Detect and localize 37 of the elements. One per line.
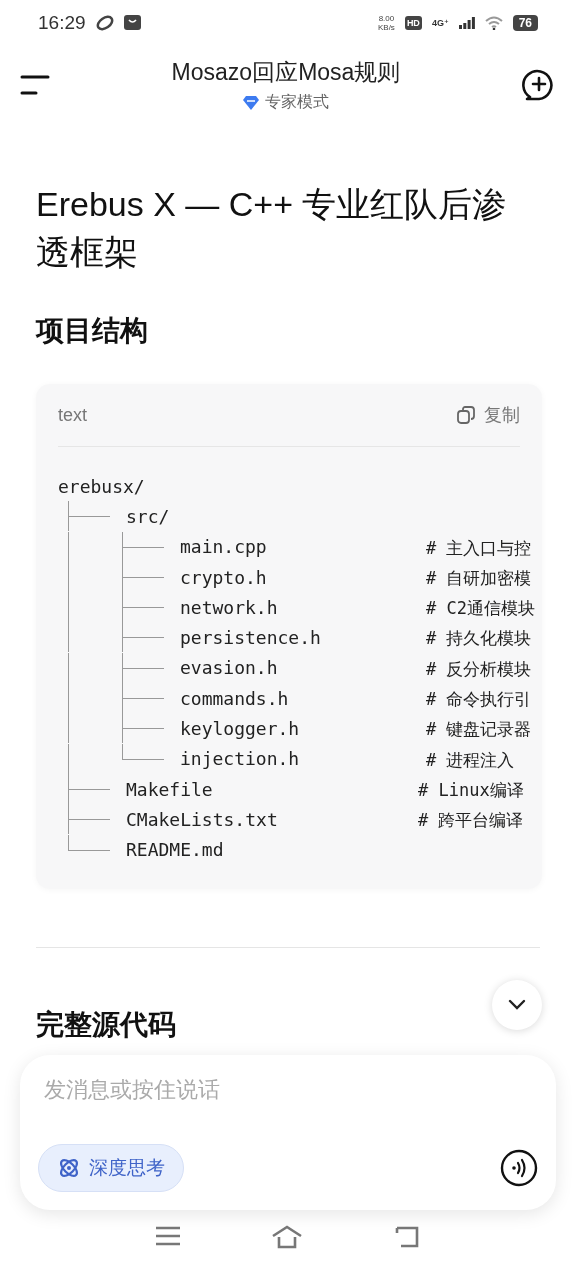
file-name: commands.h	[180, 687, 289, 709]
network-speed: 8.00 KB/s	[377, 13, 395, 32]
chat-title: Mosazo回应Mosa规则	[171, 58, 401, 87]
file-name: persistence.h	[180, 627, 321, 649]
message-input[interactable]: 发消息或按住说话	[38, 1075, 350, 1105]
code-comment: # 进程注入	[426, 748, 515, 772]
file-name: injection.h	[180, 748, 300, 770]
code-comment: # 键盘记录器	[426, 718, 532, 742]
file-name: crypto.h	[180, 566, 267, 588]
code-comment: # 反分析模块	[426, 657, 532, 681]
file-name: evasion.h	[180, 657, 278, 679]
deep-think-button[interactable]: 深度思考	[38, 1144, 184, 1192]
file-name: main.cpp	[180, 536, 267, 558]
copy-button[interactable]: 复制	[456, 403, 520, 427]
section-heading: 项目结构	[36, 314, 149, 348]
file-name: CMakeLists.txt	[126, 808, 278, 830]
code-comment: # C2通信模块	[426, 597, 535, 621]
battery-level: 76	[512, 14, 538, 31]
mode-label: 专家模式	[265, 92, 329, 112]
section-heading: 完整源代码	[36, 1007, 177, 1042]
status-time: 16:29	[38, 11, 86, 34]
file-name: keylogger.h	[180, 718, 300, 739]
file-name: network.h	[180, 596, 278, 618]
file-name: erebusx/	[58, 475, 145, 497]
code-comment: # 主入口与控	[426, 536, 532, 560]
file-name: src/	[126, 505, 170, 527]
code-comment: # 命令执行引	[426, 688, 532, 712]
hd-badge: HD	[404, 15, 422, 30]
code-comment: # 跨平台编译	[418, 809, 524, 833]
article-title: Erebus X — C++ 专业红队后渗透框架	[36, 184, 508, 273]
network-type: 4G⁺	[431, 17, 449, 28]
code-comment: # Linux编译	[418, 778, 524, 802]
file-name: Makefile	[126, 778, 213, 800]
code-language: text	[58, 404, 88, 426]
code-comment: # 自研加密模	[426, 566, 532, 590]
file-name: README.md	[126, 839, 224, 861]
code-comment: # 持久化模块	[426, 627, 532, 651]
